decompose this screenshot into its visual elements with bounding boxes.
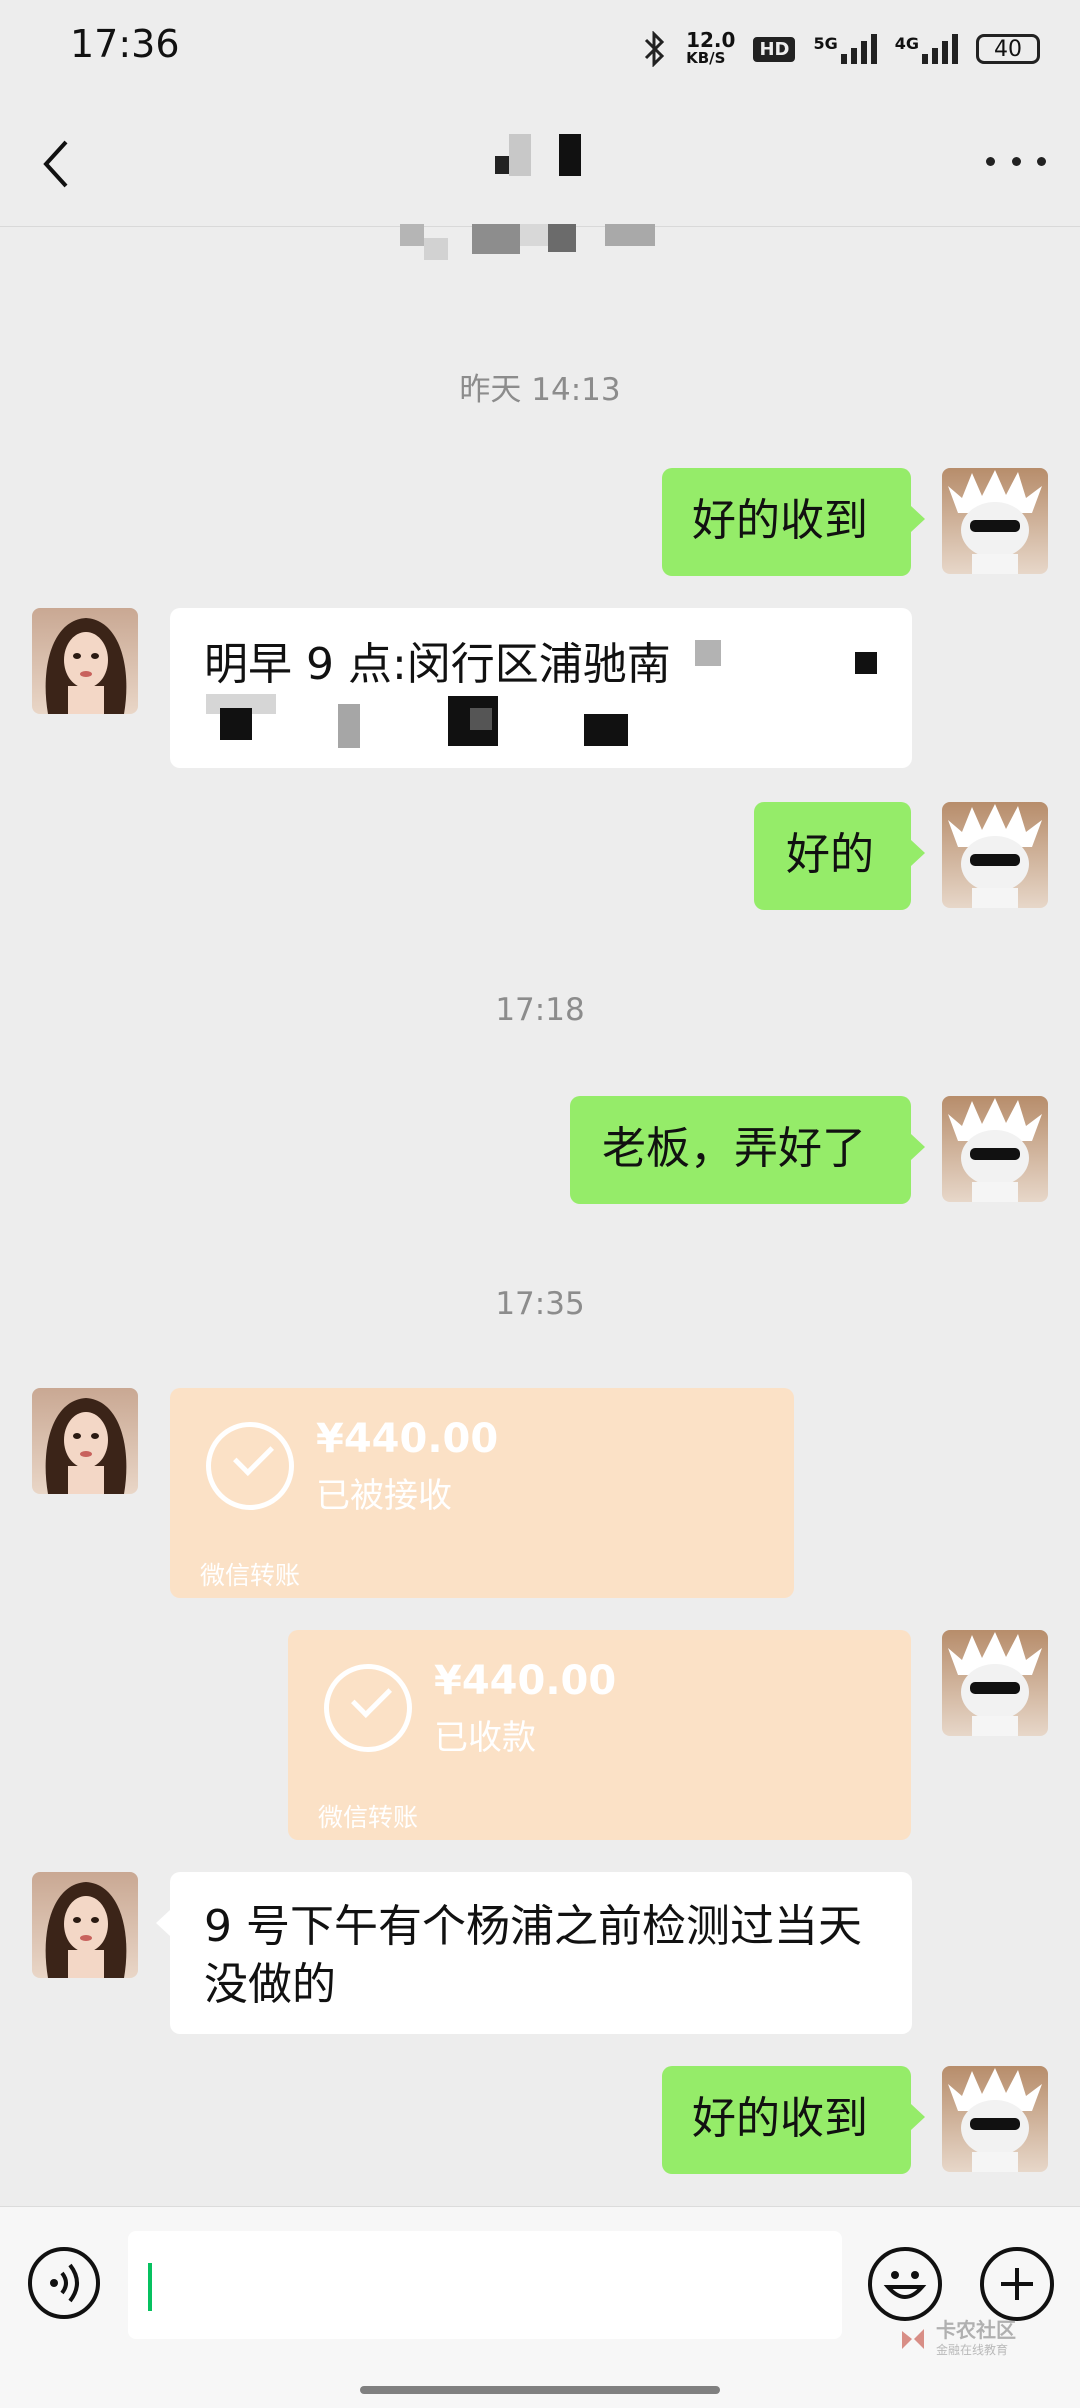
emoji-icon <box>883 2271 927 2299</box>
net-speed: 12.0 KB/S <box>686 28 736 67</box>
transfer-amount: ¥440.00 <box>316 1416 499 1462</box>
emoji-button[interactable] <box>868 2247 942 2321</box>
woman-avatar-icon <box>45 1398 127 1494</box>
hd-icon: HD <box>753 36 796 62</box>
cat-avatar-icon <box>948 2068 1042 2172</box>
battery-icon: 40 <box>976 34 1040 64</box>
message-bubble-outgoing[interactable]: 老板，弄好了 <box>570 1096 925 1204</box>
text-caret <box>148 2263 152 2311</box>
transfer-card-outgoing[interactable]: ¥440.00 已收款 微信转账 <box>288 1630 911 1840</box>
voice-button[interactable] <box>28 2247 100 2319</box>
plus-button[interactable] <box>980 2247 1054 2321</box>
my-avatar[interactable] <box>942 802 1048 908</box>
chat-header <box>0 96 1080 227</box>
redacted-contact-name <box>495 134 581 176</box>
signal-icon <box>922 34 958 64</box>
transfer-amount: ¥440.00 <box>434 1658 617 1704</box>
message-text: 好的收到 <box>692 495 868 546</box>
contact-avatar[interactable] <box>32 608 138 714</box>
signal-icon <box>840 34 877 64</box>
time-separator: 17:35 <box>495 1286 585 1322</box>
check-circle-icon <box>324 1664 412 1752</box>
transfer-status: 已收款 <box>434 1718 536 1758</box>
signal-5g: 5G <box>813 34 877 64</box>
transfer-footer: 微信转账 <box>200 1561 301 1590</box>
watermark-text: 卡农社区 金融在线教育 <box>936 2318 1016 2357</box>
time-separator: 17:18 <box>495 992 585 1028</box>
check-circle-icon <box>206 1422 294 1510</box>
cat-avatar-icon <box>948 804 1042 908</box>
message-text-line2: 没做的 <box>204 1959 336 2010</box>
more-dot <box>1011 156 1021 166</box>
message-bubble-incoming[interactable]: 9 号下午有个杨浦之前检测过当天 没做的 <box>156 1872 912 2034</box>
contact-avatar[interactable] <box>32 1388 138 1494</box>
cat-avatar-icon <box>948 470 1042 574</box>
home-indicator[interactable] <box>360 2386 720 2394</box>
message-text-line1: 9 号下午有个杨浦之前检测过当天 <box>204 1901 862 1952</box>
woman-avatar-icon <box>45 1882 127 1978</box>
redacted-subtitle <box>400 224 655 260</box>
message-bubble-outgoing[interactable]: 好的 <box>754 802 925 910</box>
more-dot <box>1037 156 1046 166</box>
my-avatar[interactable] <box>942 1630 1048 1736</box>
woman-avatar-icon <box>45 618 127 714</box>
cat-avatar-icon <box>948 1098 1042 1202</box>
contact-avatar[interactable] <box>32 1872 138 1978</box>
my-avatar[interactable] <box>942 2066 1048 2172</box>
message-input[interactable] <box>128 2231 842 2339</box>
my-avatar[interactable] <box>942 1096 1048 1202</box>
message-text: 老板，弄好了 <box>602 1123 866 1174</box>
bluetooth-icon <box>645 31 665 67</box>
time-separator: 昨天 14:13 <box>459 372 621 408</box>
back-chevron-icon[interactable] <box>30 134 90 194</box>
message-text: 好的收到 <box>692 2093 868 2144</box>
transfer-status: 已被接收 <box>316 1476 452 1516</box>
my-avatar[interactable] <box>942 468 1048 574</box>
status-time: 17:36 <box>70 22 180 66</box>
transfer-footer: 微信转账 <box>318 1803 419 1832</box>
voice-icon <box>50 2263 79 2303</box>
more-button[interactable] <box>986 146 1046 176</box>
status-icons: 12.0 KB/S HD 5G 4G 40 <box>640 24 1040 74</box>
more-dot <box>986 156 995 166</box>
watermark: 卡农社区 金融在线教育 <box>898 2320 1016 2360</box>
status-bar: 17:36 12.0 KB/S HD 5G 4G 40 <box>0 0 1080 96</box>
signal-4g: 4G <box>895 34 958 64</box>
message-text: 好的 <box>786 829 874 880</box>
message-bubble-incoming[interactable]: 明早 9 点:闵行区浦驰南 <box>170 608 912 768</box>
message-bubble-outgoing[interactable]: 好的收到 <box>662 468 925 576</box>
redaction-mask <box>196 640 877 768</box>
input-bar <box>0 2206 1080 2408</box>
watermark-logo-icon <box>902 2329 924 2349</box>
message-bubble-outgoing[interactable]: 好的收到 <box>662 2066 925 2174</box>
transfer-card-incoming[interactable]: ¥440.00 已被接收 微信转账 <box>170 1388 794 1598</box>
cat-avatar-icon <box>948 1632 1042 1736</box>
